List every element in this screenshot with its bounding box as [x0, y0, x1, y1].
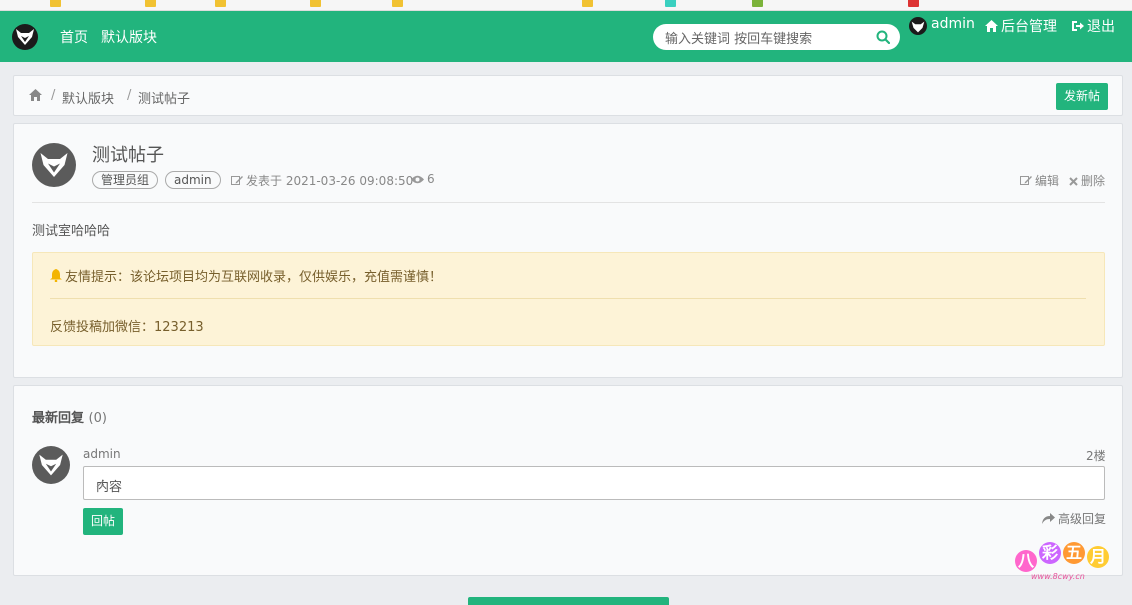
watermark-logo: 八 彩 五 月 www.8cwy.cn: [1013, 540, 1118, 588]
home-icon[interactable]: [29, 89, 42, 105]
watermark-char: 五: [1063, 542, 1085, 564]
search-icon[interactable]: [876, 30, 891, 48]
author-avatar[interactable]: [32, 143, 76, 187]
watermark-char: 月: [1087, 546, 1109, 568]
bookmark-item[interactable]: [215, 0, 229, 8]
reply-card: 最新回复 (0) admin 2楼 内容 回帖 高级回复: [13, 385, 1123, 576]
reply-floor: 2楼: [1086, 449, 1106, 463]
bookmark-item[interactable]: [145, 0, 159, 8]
watermark-char: 彩: [1039, 542, 1061, 564]
reply-textarea[interactable]: 内容: [83, 466, 1105, 500]
edit-icon: [231, 175, 243, 189]
bookmark-item[interactable]: [310, 0, 324, 8]
reply-avatar[interactable]: [32, 446, 70, 484]
eye-icon: [411, 173, 424, 187]
post-card: 测试帖子 管理员组 admin 发表于 2021-03-26 09:08:50 …: [13, 123, 1123, 378]
site-logo[interactable]: [12, 24, 38, 50]
bookmark-item[interactable]: [392, 0, 406, 8]
logout-label: 退出: [1087, 19, 1115, 35]
bookmark-bar: [0, 0, 1132, 11]
load-more-button[interactable]: [468, 597, 669, 605]
reply-submit-button[interactable]: 回帖: [83, 508, 123, 535]
edit-post-link[interactable]: 编辑: [1020, 172, 1059, 189]
user-avatar[interactable]: [909, 17, 927, 35]
post-title: 测试帖子: [92, 145, 164, 166]
breadcrumb-post: 测试帖子: [138, 92, 191, 107]
admin-panel-label: 后台管理: [1001, 19, 1057, 35]
resize-grip-icon[interactable]: [96, 476, 1102, 497]
post-body: 测试室哈哈哈: [32, 224, 111, 239]
advanced-reply-label: 高级回复: [1058, 512, 1107, 526]
notice-box: 友情提示：该论坛项目均为互联网收录，仅供娱乐，充值需谨慎！ 反馈投稿加微信：12…: [32, 252, 1105, 346]
reply-count: (0): [88, 411, 107, 426]
breadcrumb: / 默认版块 / 测试帖子 发新帖: [13, 75, 1123, 116]
watermark-url: www.8cwy.cn: [1031, 572, 1085, 581]
bookmark-item[interactable]: [665, 0, 679, 8]
admin-panel-link[interactable]: 后台管理: [985, 16, 1057, 36]
bell-icon: [50, 269, 62, 286]
breadcrumb-separator: /: [51, 88, 56, 103]
search-input[interactable]: 输入关键词 按回车键搜索: [653, 24, 900, 50]
delete-post-label: 删除: [1081, 174, 1106, 188]
bookmark-item[interactable]: [582, 0, 596, 8]
new-post-button[interactable]: 发新帖: [1056, 83, 1108, 110]
logout-icon: [1071, 20, 1084, 36]
share-icon: [1042, 513, 1055, 527]
nav-home[interactable]: 首页: [60, 27, 88, 47]
bookmark-item[interactable]: [752, 0, 766, 8]
author-badge[interactable]: admin: [165, 171, 221, 189]
close-icon: [1069, 175, 1078, 189]
reply-section-title: 最新回复 (0): [32, 407, 107, 426]
advanced-reply-link[interactable]: 高级回复: [1042, 510, 1106, 527]
bookmark-item[interactable]: [908, 0, 922, 8]
breadcrumb-board[interactable]: 默认版块: [62, 88, 114, 107]
notice-divider: [50, 298, 1086, 299]
view-count: 6: [411, 172, 435, 187]
notice-contact: 反馈投稿加微信：123213: [50, 320, 204, 335]
delete-post-link[interactable]: 删除: [1069, 172, 1105, 189]
post-date: 发表于 2021-03-26 09:08:50: [231, 172, 413, 189]
view-count-value: 6: [427, 172, 435, 186]
edit-icon: [1020, 175, 1032, 189]
watermark-char: 八: [1015, 550, 1037, 572]
notice-tip: 友情提示：该论坛项目均为互联网收录，仅供娱乐，充值需谨慎！: [50, 266, 442, 286]
user-name[interactable]: admin: [931, 16, 975, 32]
nav-default-board[interactable]: 默认版块: [101, 27, 157, 47]
divider: [32, 202, 1105, 203]
post-date-text: 发表于 2021-03-26 09:08:50: [246, 174, 414, 188]
breadcrumb-separator: /: [127, 88, 132, 103]
logout-link[interactable]: 退出: [1071, 16, 1115, 36]
notice-tip-text: 友情提示：该论坛项目均为互联网收录，仅供娱乐，充值需谨慎！: [65, 270, 443, 285]
reply-user: admin: [83, 447, 121, 461]
group-badge[interactable]: 管理员组: [92, 171, 159, 189]
reply-title-text: 最新回复: [32, 411, 85, 426]
edit-post-label: 编辑: [1035, 174, 1060, 188]
bookmark-item[interactable]: [50, 0, 64, 8]
home-icon: [985, 20, 998, 36]
search-placeholder: 输入关键词 按回车键搜索: [665, 32, 813, 47]
